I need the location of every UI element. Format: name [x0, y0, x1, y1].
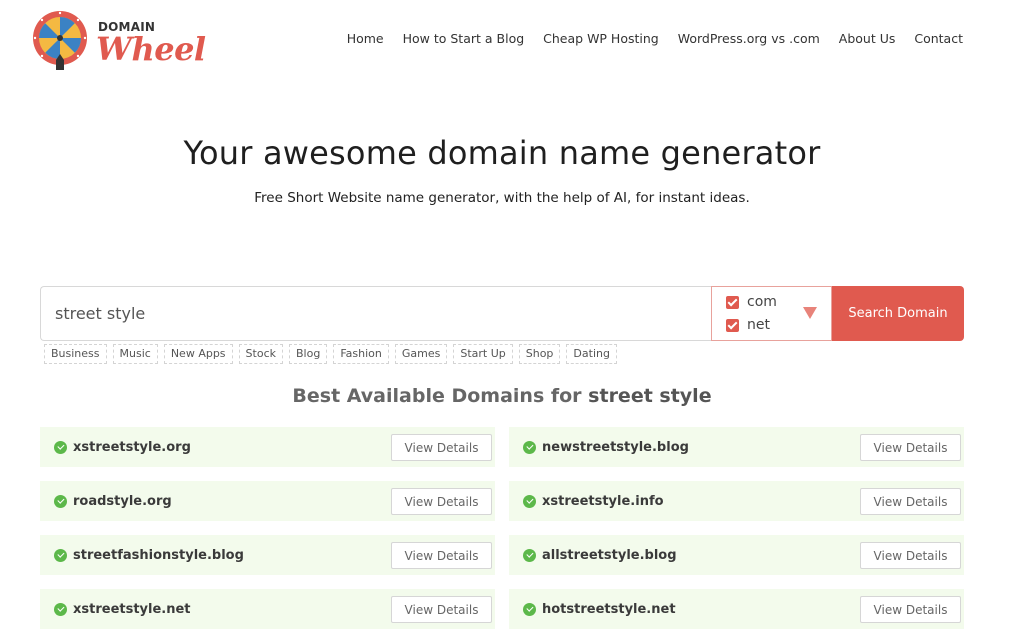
- available-check-icon: [54, 602, 67, 616]
- results-heading-prefix: Best Available Domains for: [292, 385, 589, 407]
- domain-name: xstreetstyle.org: [73, 439, 191, 455]
- view-details-button[interactable]: View Details: [860, 434, 961, 461]
- tld-label: net: [747, 317, 770, 333]
- tag-start-up[interactable]: Start Up: [453, 344, 513, 364]
- available-check-icon: [523, 602, 536, 616]
- tld-label: com: [747, 294, 777, 310]
- dropdown-triangle-icon[interactable]: [803, 307, 817, 319]
- tag-dating[interactable]: Dating: [566, 344, 617, 364]
- domain-result-item: xstreetstyle.info View Details: [509, 481, 964, 521]
- available-check-icon: [54, 548, 67, 562]
- nav-cheap-wp-hosting[interactable]: Cheap WP Hosting: [543, 31, 659, 46]
- domain-result-item: hotstreetstyle.net View Details: [509, 589, 964, 629]
- nav-contact[interactable]: Contact: [914, 31, 963, 46]
- domain-result-item: newstreetstyle.blog View Details: [509, 427, 964, 467]
- available-check-icon: [54, 494, 67, 508]
- tag-shop[interactable]: Shop: [518, 344, 561, 364]
- tld-option-net[interactable]: net: [726, 317, 770, 333]
- page-title: Your awesome domain name generator: [183, 134, 821, 172]
- domain-search-input[interactable]: [40, 286, 711, 341]
- checkbox-checked-icon[interactable]: [726, 295, 739, 309]
- nav-wordpress-org-vs-com[interactable]: WordPress.org vs .com: [678, 31, 820, 46]
- domain-result-item: xstreetstyle.net View Details: [40, 589, 495, 629]
- page-subtitle: Free Short Website name generator, with …: [254, 190, 750, 206]
- domain-result-item: roadstyle.org View Details: [40, 481, 495, 521]
- view-details-button[interactable]: View Details: [391, 434, 492, 461]
- available-check-icon: [523, 494, 536, 508]
- view-details-button[interactable]: View Details: [391, 542, 492, 569]
- tag-games[interactable]: Games: [394, 344, 448, 364]
- domain-name: hotstreetstyle.net: [542, 601, 676, 617]
- tag-new-apps[interactable]: New Apps: [163, 344, 233, 364]
- tag-music[interactable]: Music: [112, 344, 158, 364]
- tag-fashion[interactable]: Fashion: [333, 344, 389, 364]
- tld-selector[interactable]: com net: [711, 286, 832, 341]
- available-check-icon: [54, 440, 67, 454]
- available-check-icon: [523, 440, 536, 454]
- available-check-icon: [523, 548, 536, 562]
- nav-home[interactable]: Home: [347, 31, 384, 46]
- domain-result-item: xstreetstyle.org View Details: [40, 427, 495, 467]
- domain-search-form: com net Search Domain: [40, 286, 964, 341]
- nav-how-to-start-a-blog[interactable]: How to Start a Blog: [403, 31, 525, 46]
- tag-stock[interactable]: Stock: [238, 344, 283, 364]
- tag-business[interactable]: Business: [44, 344, 107, 364]
- view-details-button[interactable]: View Details: [860, 488, 961, 515]
- domain-name: newstreetstyle.blog: [542, 439, 689, 455]
- tag-blog[interactable]: Blog: [289, 344, 328, 364]
- nav-about-us[interactable]: About Us: [839, 31, 896, 46]
- domain-name: allstreetstyle.blog: [542, 547, 677, 563]
- results-search-term: street style: [588, 385, 712, 407]
- domain-name: xstreetstyle.net: [73, 601, 191, 617]
- domain-name: roadstyle.org: [73, 493, 172, 509]
- domain-name: xstreetstyle.info: [542, 493, 664, 509]
- category-tags: Business Music New Apps Stock Blog Fashi…: [44, 344, 623, 364]
- logo-text-wheel: Wheel: [96, 30, 206, 68]
- checkbox-checked-icon[interactable]: [726, 318, 739, 332]
- site-logo[interactable]: DOMAIN Wheel: [30, 8, 220, 72]
- view-details-button[interactable]: View Details: [860, 596, 961, 623]
- tld-option-com[interactable]: com: [726, 294, 777, 310]
- domain-result-item: allstreetstyle.blog View Details: [509, 535, 964, 575]
- main-nav: Home How to Start a Blog Cheap WP Hostin…: [347, 31, 963, 46]
- view-details-button[interactable]: View Details: [391, 596, 492, 623]
- domain-results-list: xstreetstyle.org View Details newstreets…: [40, 427, 964, 629]
- results-heading: Best Available Domains for street style: [0, 385, 1004, 407]
- view-details-button[interactable]: View Details: [860, 542, 961, 569]
- domain-name: streetfashionstyle.blog: [73, 547, 244, 563]
- prize-wheel-icon: [33, 11, 87, 70]
- domain-result-item: streetfashionstyle.blog View Details: [40, 535, 495, 575]
- view-details-button[interactable]: View Details: [391, 488, 492, 515]
- search-domain-button[interactable]: Search Domain: [832, 286, 964, 341]
